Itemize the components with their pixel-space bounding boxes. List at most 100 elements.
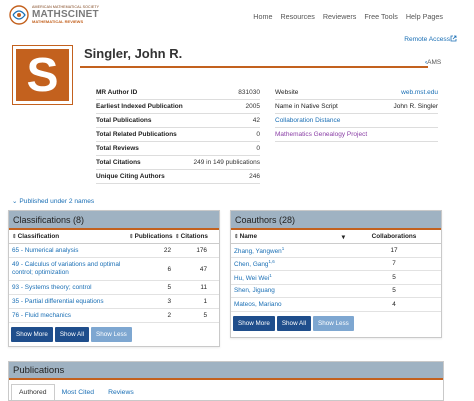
author-name-divider xyxy=(80,66,428,68)
logo-text: AMERICAN MATHEMATICAL SOCIETY MATHSCINET… xyxy=(32,6,99,24)
ams-badge-text: AMS xyxy=(427,59,442,66)
coauthor-link[interactable]: Shen, Jiguang xyxy=(231,287,349,294)
nav-free-tools[interactable]: Free Tools xyxy=(364,12,397,21)
stat-row: Total Citations 249 in 149 publications xyxy=(96,156,260,170)
publications-column-header[interactable]: ⇕Publications xyxy=(129,233,175,240)
stat-row: Unique Citing Authors 246 xyxy=(96,170,260,184)
author-info-table: Website web.mst.edu Name in Native Scrip… xyxy=(275,86,438,142)
stat-label: MR Author ID xyxy=(96,89,138,96)
collaborations-count: 5 xyxy=(392,273,396,281)
mathscinet-logo-mark xyxy=(8,4,30,26)
classifications-panel: Classifications (8) ⇕Classification ⇕Pub… xyxy=(8,210,220,347)
published-names-toggle[interactable]: ⌄ Published under 2 names xyxy=(12,197,94,205)
coauthor-name: Zhang, Yangwen xyxy=(234,247,282,255)
citations-column-label: Citations xyxy=(180,233,208,240)
author-initial-badge: S xyxy=(12,45,73,105)
table-row: Shen, Jiguang 5 xyxy=(231,285,441,298)
sort-icon: ⇕ xyxy=(234,233,239,240)
classification-column-header[interactable]: ⇕Classification xyxy=(9,233,129,240)
coauthors-panel: Coauthors (28) ⇕Name ▾ Collaborations Zh… xyxy=(230,210,442,338)
genealogy-row: Mathematics Genealogy Project xyxy=(275,128,438,142)
stat-value: 2005 xyxy=(245,103,260,110)
website-link[interactable]: web.mst.edu xyxy=(401,89,438,96)
nav-resources[interactable]: Resources xyxy=(280,12,314,21)
table-row: 93 - Systems theory; control 5 11 xyxy=(9,281,219,295)
author-stats-table: MR Author ID 831030 Earliest Indexed Pub… xyxy=(96,86,260,184)
coauthor-sup: 1 xyxy=(269,272,272,278)
show-less-button[interactable]: Show Less xyxy=(313,315,354,331)
website-row: Website web.mst.edu xyxy=(275,86,438,100)
coauthor-link[interactable]: Mateos, Mariano xyxy=(231,301,349,308)
coauthor-name: Chen, Gang xyxy=(234,261,269,269)
collaboration-distance-link[interactable]: Collaboration Distance xyxy=(275,117,340,124)
external-link-icon[interactable] xyxy=(450,35,457,44)
table-row: 49 - Calculus of variations and optimal … xyxy=(9,258,219,281)
table-row: Mateos, Mariano 4 xyxy=(231,298,441,312)
name-column-header[interactable]: ⇕Name ▾ xyxy=(231,233,349,241)
coauthors-header-row: ⇕Name ▾ Collaborations xyxy=(231,230,441,244)
publications-title: Publications xyxy=(9,362,443,380)
classification-link[interactable]: 65 - Numerical analysis xyxy=(9,247,129,254)
mathscinet-logo[interactable]: AMERICAN MATHEMATICAL SOCIETY MATHSCINET… xyxy=(8,4,99,26)
name-column-label: Name xyxy=(239,232,258,240)
publications-count: 3 xyxy=(167,298,171,305)
show-all-button[interactable]: Show All xyxy=(54,327,90,342)
tab-most-cited[interactable]: Most Cited xyxy=(55,389,101,400)
native-name-label: Name in Native Script xyxy=(275,103,338,110)
coauthor-sup: 1 xyxy=(281,245,285,251)
collaboration-distance-row: Collaboration Distance xyxy=(275,114,438,128)
stat-row: Total Related Publications 0 xyxy=(96,128,260,142)
sort-desc-icon: ▾ xyxy=(341,233,345,241)
coauthors-title: Coauthors (28) xyxy=(231,211,441,230)
ams-badge: ‹AMS xyxy=(425,59,441,66)
show-more-button[interactable]: Show More xyxy=(11,327,53,342)
stat-label: Unique Citing Authors xyxy=(96,173,165,180)
stat-label: Total Citations xyxy=(96,159,141,166)
math-genealogy-link[interactable]: Mathematics Genealogy Project xyxy=(275,131,367,138)
show-less-button[interactable]: Show Less xyxy=(91,327,132,342)
coauthor-link[interactable]: Hu, Wei Wei1 xyxy=(231,273,349,282)
classification-link[interactable]: 93 - Systems theory; control xyxy=(9,284,129,291)
table-row: 65 - Numerical analysis 22 176 xyxy=(9,244,219,258)
classification-link[interactable]: 35 - Partial differential equations xyxy=(9,298,129,305)
stat-value: 0 xyxy=(256,145,260,152)
collaborations-count: 4 xyxy=(392,300,396,308)
coauthor-name: Hu, Wei Wei xyxy=(234,274,270,282)
stat-label: Total Related Publications xyxy=(96,131,177,138)
stat-value: 831030 xyxy=(238,89,260,96)
table-row: Chen, Gang1,6 7 xyxy=(231,258,441,271)
tab-authored[interactable]: Authored xyxy=(11,384,55,400)
published-names-label: Published under 2 names xyxy=(19,198,95,205)
classification-link[interactable]: 49 - Calculus of variations and optimal … xyxy=(9,261,129,278)
stat-value: 249 in 149 publications xyxy=(193,159,261,166)
stat-value: 0 xyxy=(256,131,260,138)
citations-column-header[interactable]: ⇕Citations xyxy=(175,233,217,240)
stat-value: 42 xyxy=(252,117,260,124)
coauthor-name: Shen, Jiguang xyxy=(234,287,275,295)
stat-row: Total Reviews 0 xyxy=(96,142,260,156)
nav-reviewers[interactable]: Reviewers xyxy=(323,12,357,21)
remote-access-link[interactable]: Remote Access xyxy=(404,36,450,43)
publications-count: 6 xyxy=(167,265,171,273)
nav-help-pages[interactable]: Help Pages xyxy=(406,12,443,21)
sort-icon: ⇕ xyxy=(12,234,17,240)
classifications-title: Classifications (8) xyxy=(9,211,219,230)
show-all-button[interactable]: Show All xyxy=(276,315,312,331)
stat-label: Earliest Indexed Publication xyxy=(96,103,183,110)
publications-tabs: Authored Most Cited Reviews xyxy=(9,380,443,400)
publications-panel: Publications Authored Most Cited Reviews xyxy=(8,361,444,401)
citations-count: 47 xyxy=(199,265,207,273)
coauthor-link[interactable]: Zhang, Yangwen1 xyxy=(231,246,349,255)
stat-row: Total Publications 42 xyxy=(96,114,260,128)
classification-link[interactable]: 76 - Fluid mechanics xyxy=(9,312,129,319)
coauthor-link[interactable]: Chen, Gang1,6 xyxy=(231,259,349,268)
top-navigation: Home Resources Reviewers Free Tools Help… xyxy=(253,12,443,21)
show-more-button[interactable]: Show More xyxy=(233,315,275,331)
nav-home[interactable]: Home xyxy=(253,12,272,21)
coauthor-name: Mateos, Mariano xyxy=(234,300,282,308)
collaborations-column-header[interactable]: Collaborations xyxy=(349,233,439,240)
tab-reviews[interactable]: Reviews xyxy=(101,389,141,400)
coauthors-buttons: Show More Show All Show Less xyxy=(231,312,441,331)
logo-line3: MATHEMATICAL REVIEWS xyxy=(32,18,84,24)
table-row: Zhang, Yangwen1 17 xyxy=(231,244,441,258)
